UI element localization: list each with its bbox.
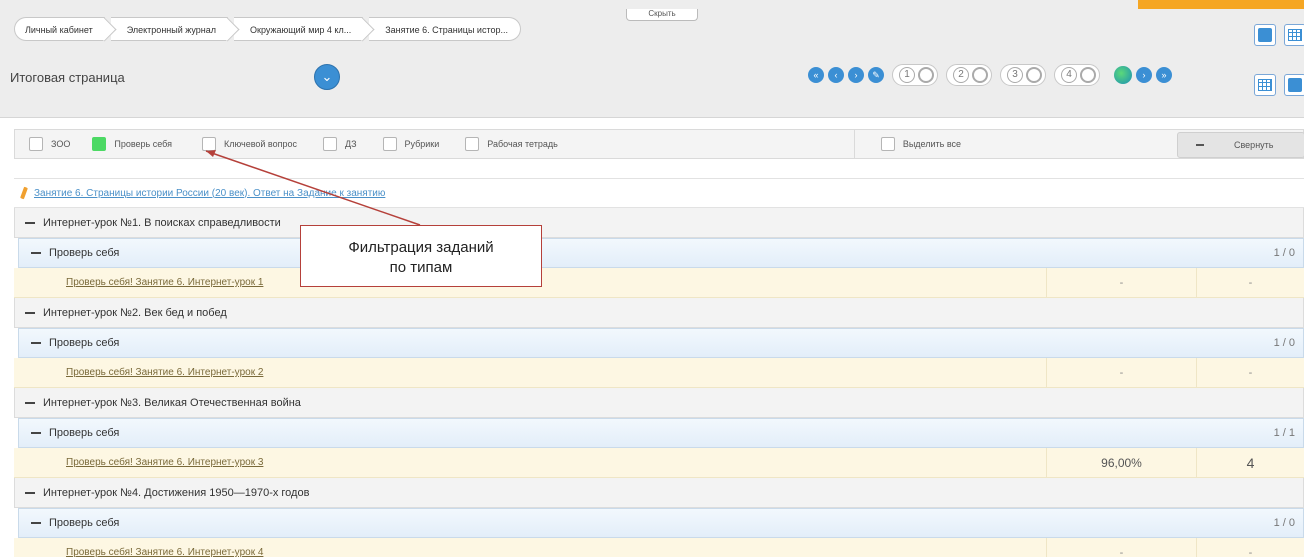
- annotation-arrow: [205, 150, 421, 226]
- annotation-callout: Фильтрация заданий по типам: [300, 225, 542, 287]
- annotation-line: по типам: [389, 259, 453, 276]
- annotation-line: Фильтрация заданий: [348, 239, 494, 256]
